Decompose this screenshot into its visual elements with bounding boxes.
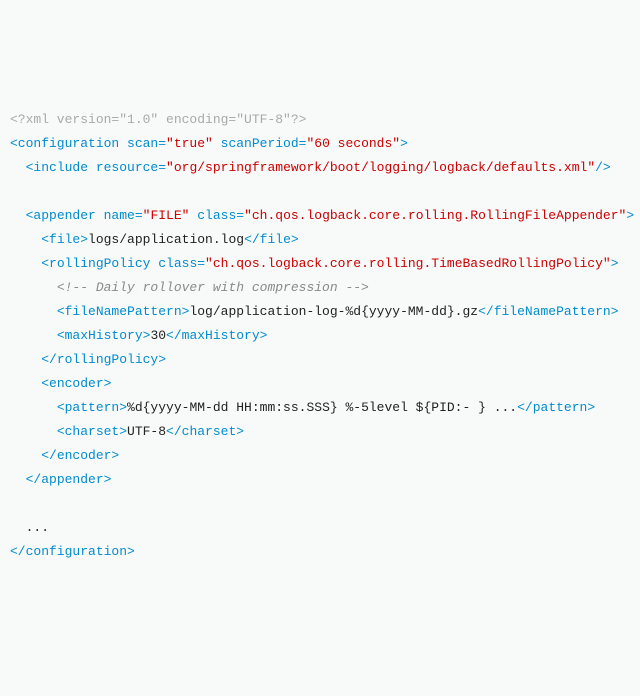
include-element: <include resource="org/springframework/b… bbox=[26, 160, 611, 175]
comment: <!-- Daily rollover with compression --> bbox=[57, 280, 369, 295]
charset-element: <charset>UTF-8</charset> bbox=[57, 424, 244, 439]
rollingpolicy-close: </rollingPolicy> bbox=[41, 352, 166, 367]
configuration-open: <configuration scan="true" scanPeriod="6… bbox=[10, 136, 408, 151]
encoder-open: <encoder> bbox=[41, 376, 111, 391]
rollingpolicy-open: <rollingPolicy class="ch.qos.logback.cor… bbox=[41, 256, 618, 271]
code-block: <?xml version="1.0" encoding="UTF-8"?> <… bbox=[10, 108, 640, 564]
filenamepattern-element: <fileNamePattern>log/application-log-%d{… bbox=[57, 304, 619, 319]
appender-open: <appender name="FILE" class="ch.qos.logb… bbox=[26, 208, 635, 223]
encoder-close: </encoder> bbox=[41, 448, 119, 463]
pattern-element: <pattern>%d{yyyy-MM-dd HH:mm:ss.SSS} %-5… bbox=[57, 400, 595, 415]
configuration-close: </configuration> bbox=[10, 544, 135, 559]
maxhistory-element: <maxHistory>30</maxHistory> bbox=[57, 328, 268, 343]
appender-close: </appender> bbox=[26, 472, 112, 487]
ellipsis: ... bbox=[26, 520, 49, 535]
file-element: <file>logs/application.log</file> bbox=[41, 232, 298, 247]
xml-declaration: <?xml version="1.0" encoding="UTF-8"?> bbox=[10, 112, 306, 127]
